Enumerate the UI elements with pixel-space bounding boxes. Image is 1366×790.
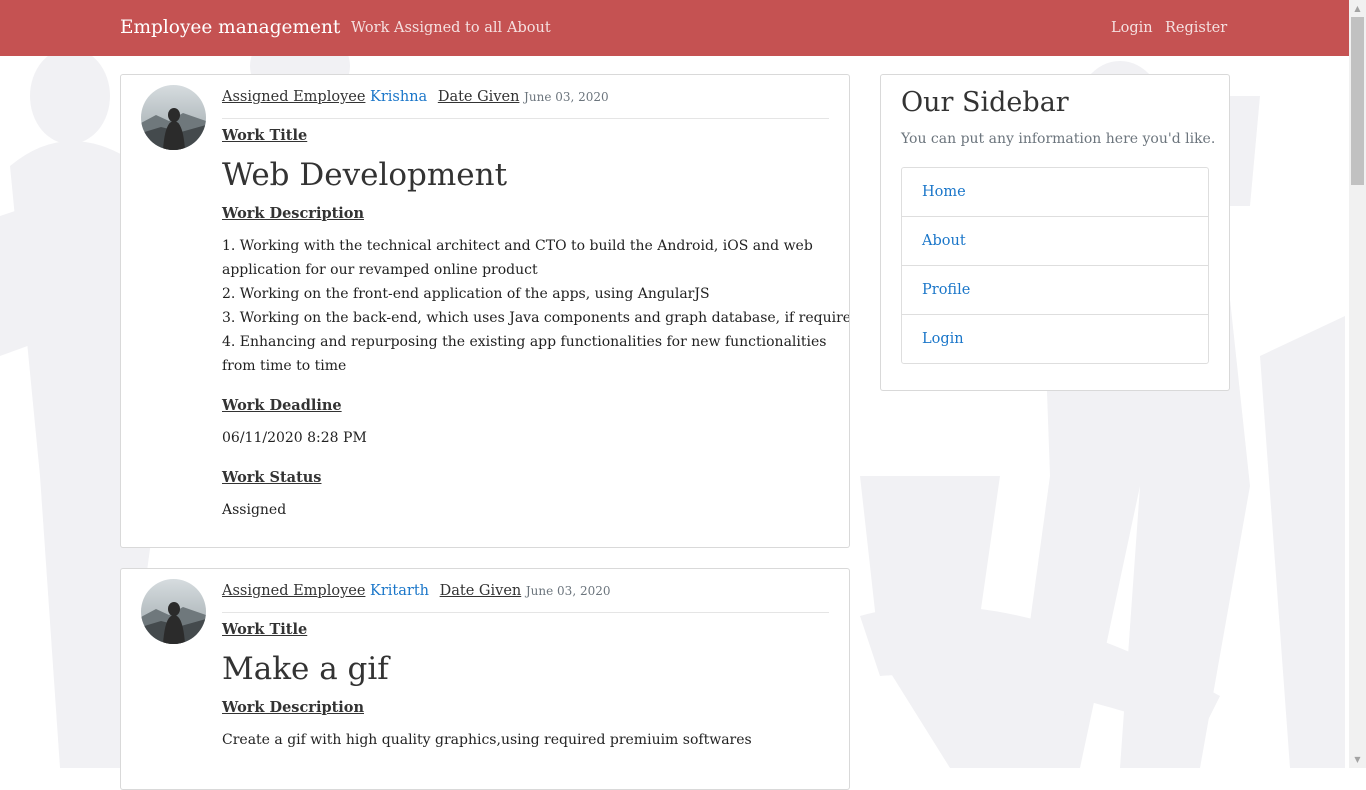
- work-description: Create a gif with high quality graphics,…: [222, 728, 832, 752]
- date-given-value: June 03, 2020: [524, 90, 609, 104]
- work-title: Make a gif: [222, 651, 389, 687]
- avatar: [141, 85, 206, 150]
- date-given-value: June 03, 2020: [525, 584, 611, 598]
- top-navbar: Employee management Work Assigned to all…: [0, 0, 1349, 56]
- sidebar-item-login[interactable]: Login: [902, 315, 1208, 363]
- nav-work-assigned-link[interactable]: Work Assigned to all: [351, 20, 502, 36]
- brand-link[interactable]: Employee management: [120, 17, 340, 38]
- work-status-label: Work Status: [222, 469, 322, 486]
- vertical-scrollbar[interactable]: ▲ ▼: [1349, 0, 1366, 768]
- sidebar-title: Our Sidebar: [901, 87, 1069, 118]
- sidebar-item-home[interactable]: Home: [902, 168, 1208, 217]
- work-deadline-label: Work Deadline: [222, 397, 342, 414]
- scrollbar-thumb[interactable]: [1351, 17, 1364, 185]
- nav-login-link[interactable]: Login: [1111, 20, 1153, 36]
- sidebar: Our Sidebar You can put any information …: [880, 74, 1230, 391]
- work-description-label: Work Description: [222, 699, 365, 716]
- date-given-label: Date Given: [439, 583, 522, 599]
- post-meta: Assigned Employee Kritarth Date Given Ju…: [222, 583, 610, 599]
- avatar: [141, 579, 206, 644]
- nav-register-link[interactable]: Register: [1165, 20, 1227, 36]
- description-line: 2. Working on the front-end application …: [222, 286, 710, 302]
- work-description: 1. Working with the technical architect …: [222, 234, 850, 378]
- date-given-label: Date Given: [437, 89, 520, 105]
- sidebar-list: Home About Profile Login: [901, 167, 1209, 364]
- work-deadline-value: 06/11/2020 8:28 PM: [222, 430, 367, 446]
- employee-name-link[interactable]: Krishna: [370, 89, 427, 105]
- post-meta: Assigned Employee Krishna Date Given Jun…: [222, 89, 609, 105]
- employee-name-link[interactable]: Kritarth: [370, 583, 429, 599]
- work-title: Web Development: [222, 157, 508, 193]
- description-line: 4. Enhancing and repurposing the existin…: [222, 334, 827, 350]
- work-post-card: Assigned Employee Kritarth Date Given Ju…: [120, 568, 850, 790]
- divider: [222, 612, 829, 613]
- description-line: from time to time: [222, 358, 347, 374]
- nav-about-link[interactable]: About: [507, 20, 551, 36]
- assigned-employee-label: Assigned Employee: [222, 583, 366, 599]
- divider: [222, 118, 829, 119]
- description-line: 3. Working on the back-end, which uses J…: [222, 310, 850, 326]
- work-title-label: Work Title: [222, 127, 308, 144]
- work-post-card: Assigned Employee Krishna Date Given Jun…: [120, 74, 850, 548]
- sidebar-text: You can put any information here you'd l…: [901, 131, 1216, 147]
- scroll-up-icon[interactable]: ▲: [1349, 0, 1366, 17]
- assigned-employee-label: Assigned Employee: [222, 89, 366, 105]
- sidebar-item-profile[interactable]: Profile: [902, 266, 1208, 315]
- work-title-label: Work Title: [222, 621, 308, 638]
- description-line: 1. Working with the technical architect …: [222, 238, 813, 254]
- scroll-down-icon[interactable]: ▼: [1349, 751, 1366, 768]
- sidebar-item-about[interactable]: About: [902, 217, 1208, 266]
- description-line: application for our revamped online prod…: [222, 262, 538, 278]
- work-status-value: Assigned: [222, 502, 287, 518]
- work-description-label: Work Description: [222, 205, 365, 222]
- description-line: Create a gif with high quality graphics,…: [222, 732, 752, 748]
